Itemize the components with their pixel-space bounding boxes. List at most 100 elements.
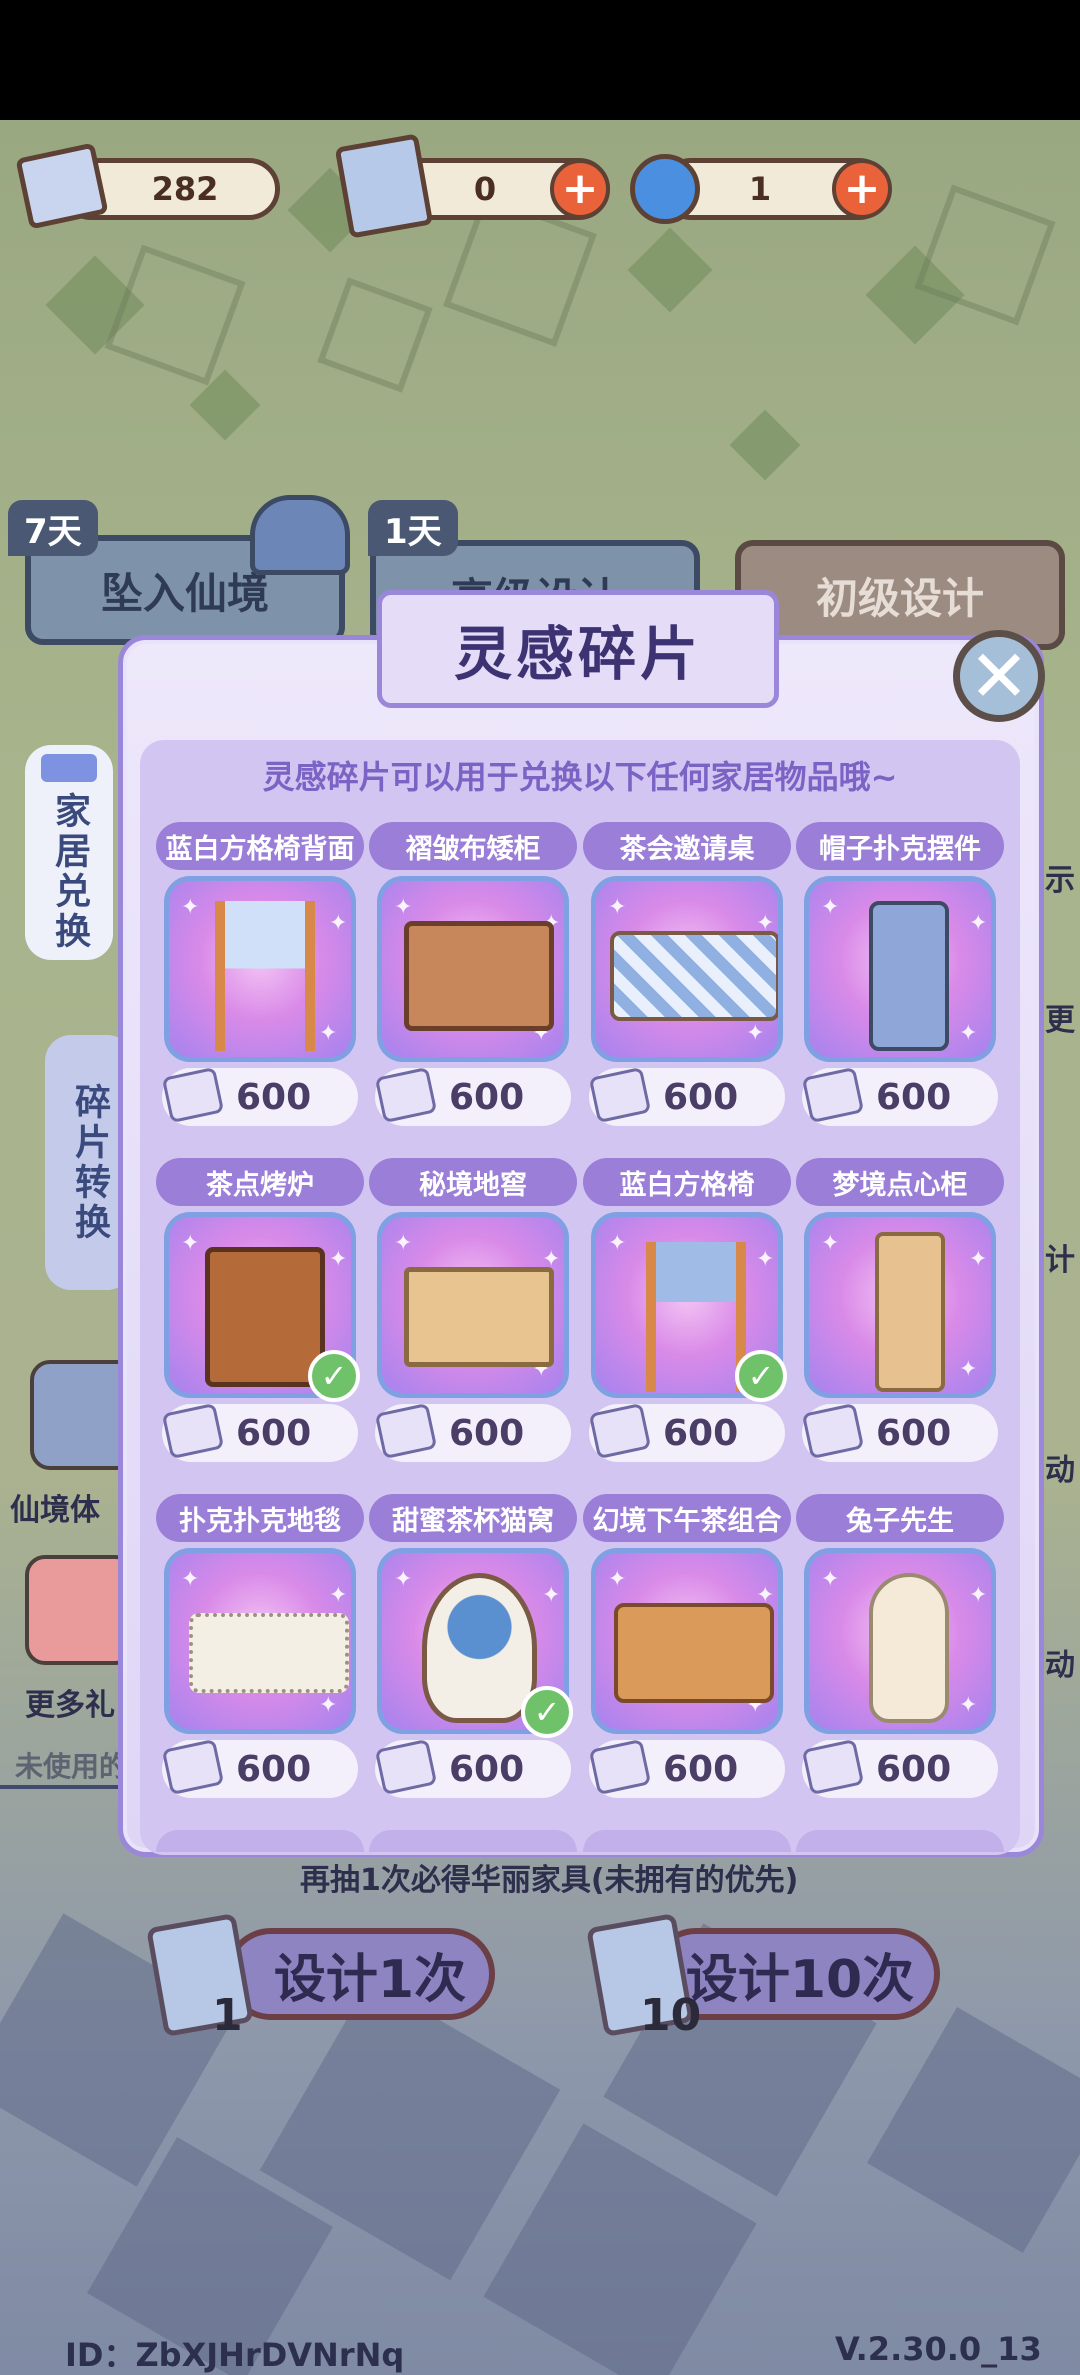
- furniture-art: [205, 1247, 325, 1387]
- item-image[interactable]: ✦✦✦: [164, 876, 356, 1062]
- sparkle-icon: ✦: [746, 1021, 765, 1046]
- furniture-art: [610, 931, 778, 1021]
- item-name: 蓝白方格椅: [583, 1158, 791, 1206]
- item-name: 兔子先生: [796, 1494, 1004, 1542]
- furniture-item[interactable]: 蓝白方格椅背面 ✦ ✦ ✦ 600: [156, 822, 364, 1132]
- guarantee-hint: 再抽1次必得华丽家具(未拥有的优先): [300, 1863, 799, 1898]
- item-price-value: 600: [449, 1748, 525, 1790]
- design-once-count: 1: [212, 1990, 243, 2041]
- sidebar-fragment-convert-label: 碎片转换: [69, 1082, 110, 1243]
- sparkle-icon: ✦: [969, 1583, 988, 1608]
- item-price-value: 600: [876, 1412, 952, 1454]
- furniture-art: [189, 1613, 349, 1693]
- design-ten-count: 10: [640, 1990, 702, 2041]
- item-name: 甜蜜茶杯猫窝: [369, 1494, 577, 1542]
- sparkle-icon: ✦: [394, 1567, 413, 1592]
- fragment-count: 282: [151, 170, 219, 208]
- version-label: V.2.30.0_13: [835, 2330, 1042, 2368]
- furniture-art: [215, 901, 315, 1051]
- item-name: 茶会邀请桌: [583, 822, 791, 870]
- item-image[interactable]: ✦✦✦: [804, 876, 996, 1062]
- item-price-value: 600: [663, 1412, 739, 1454]
- sparkle-icon: ✦: [959, 1357, 978, 1382]
- add-scroll-button[interactable]: +: [550, 159, 610, 219]
- item-image[interactable]: ✦✦✦: [164, 1548, 356, 1734]
- item-name: 茶点烤炉: [156, 1158, 364, 1206]
- sparkle-icon: ✦: [608, 1231, 627, 1256]
- furniture-item[interactable]: 扑克扑克地毯 ✦ ✦ ✦ 600: [156, 1494, 364, 1804]
- item-image[interactable]: ✦✦✦: [377, 876, 569, 1062]
- sidebar-home-exchange[interactable]: 家居兑换: [25, 745, 113, 960]
- sparkle-icon: ✦: [969, 1247, 988, 1272]
- item-image[interactable]: ✦✦✦: [591, 876, 783, 1062]
- item-name: 梦境点心柜: [796, 1158, 1004, 1206]
- furniture-art: [422, 1573, 537, 1723]
- sparkle-icon: ✦: [181, 895, 200, 920]
- dialog-description: 灵感碎片可以用于兑换以下任何家居物品哦~: [262, 758, 898, 796]
- design-once-button[interactable]: 设计1次: [225, 1928, 495, 2020]
- tab-wonderland-label: 坠入仙境: [100, 568, 269, 618]
- furniture-item[interactable]: 甜蜜茶杯猫窝✦✦✦600✓: [369, 1494, 577, 1804]
- close-button[interactable]: ✕: [953, 630, 1045, 722]
- item-price-value: 600: [876, 1748, 952, 1790]
- furniture-art: [869, 901, 949, 1051]
- left-label-3: 未使用的: [15, 1750, 128, 1783]
- sparkle-icon: ✦: [394, 895, 413, 920]
- furniture-item[interactable]: 梦境点心柜 ✦ ✦ ✦ 600: [796, 1158, 1004, 1468]
- next-row-item-partial: [156, 1830, 364, 1852]
- days-tag-2: 1天: [368, 500, 458, 556]
- item-price-value: 600: [236, 1748, 312, 1790]
- scroll-count: 0: [473, 170, 497, 208]
- furniture-art: [875, 1232, 945, 1392]
- spiral-count: 1: [748, 170, 772, 208]
- furniture-item[interactable]: 幻境下午茶组合 ✦ ✦ ✦ 600: [583, 1494, 791, 1804]
- sparkle-icon: ✦: [821, 1567, 840, 1592]
- sparkle-icon: ✦: [608, 895, 627, 920]
- tab-basic-label: 初级设计: [815, 573, 984, 623]
- item-price-value: 600: [236, 1412, 312, 1454]
- furniture-item[interactable]: 蓝白方格椅✦✦✦600✓: [583, 1158, 791, 1468]
- item-name: 秘境地窖: [369, 1158, 577, 1206]
- sparkle-icon: ✦: [821, 1231, 840, 1256]
- spiral-icon: [630, 154, 700, 224]
- sparkle-icon: ✦: [608, 1567, 627, 1592]
- sparkle-icon: ✦: [329, 1247, 348, 1272]
- item-price-value: 600: [449, 1412, 525, 1454]
- furniture-item[interactable]: 褶皱布矮柜 ✦✦✦ 600: [369, 822, 577, 1132]
- right-label-4: 动: [1045, 1453, 1075, 1488]
- item-image[interactable]: ✦✦✦: [377, 1212, 569, 1398]
- sidebar-home-exchange-label: 家居兑换: [49, 791, 90, 952]
- item-image[interactable]: ✦✦✦: [591, 1548, 783, 1734]
- design-once-label: 设计1次: [273, 1949, 467, 2010]
- divider-line: [0, 1785, 120, 1789]
- days-tag-1: 7天: [8, 500, 98, 556]
- sparkle-icon: ✦: [756, 1247, 775, 1272]
- add-spiral-button[interactable]: +: [832, 159, 892, 219]
- left-label-2: 更多礼: [25, 1688, 115, 1723]
- item-price-value: 600: [236, 1076, 312, 1118]
- sparkle-icon: ✦: [181, 1231, 200, 1256]
- item-image[interactable]: ✦ ✦ ✦: [804, 1548, 996, 1734]
- dialog-title: 灵感碎片: [453, 620, 702, 688]
- close-icon: ✕: [968, 634, 1030, 718]
- item-name: 帽子扑克摆件: [796, 822, 1004, 870]
- sparkle-icon: ✦: [319, 1693, 338, 1718]
- next-row-item-partial: [369, 1830, 577, 1852]
- item-price-value: 600: [876, 1076, 952, 1118]
- furniture-item[interactable]: 帽子扑克摆件 ✦ ✦ ✦ 600: [796, 822, 1004, 1132]
- item-price-value: 600: [663, 1748, 739, 1790]
- item-name: 褶皱布矮柜: [369, 822, 577, 870]
- furniture-item[interactable]: 茶会邀请桌 ✦ ✦ ✦ 600: [583, 822, 791, 1132]
- item-image[interactable]: ✦ ✦ ✦: [804, 1212, 996, 1398]
- right-label-2: 更: [1045, 1003, 1075, 1038]
- furniture-item[interactable]: 茶点烤炉✦✦✦600✓: [156, 1158, 364, 1468]
- furniture-art: [404, 1267, 554, 1367]
- player-id: ID：ZbXJHrDVNrNq: [65, 2336, 405, 2374]
- next-row-item-partial: [583, 1830, 791, 1852]
- sparkle-icon: ✦: [542, 1583, 561, 1608]
- sofa-icon: [41, 753, 97, 782]
- furniture-item[interactable]: 兔子先生 ✦ ✦ ✦ 600: [796, 1494, 1004, 1804]
- item-name: 扑克扑克地毯: [156, 1494, 364, 1542]
- sparkle-icon: ✦: [959, 1693, 978, 1718]
- furniture-item[interactable]: 秘境地窖 ✦ ✦ ✦ 600: [369, 1158, 577, 1468]
